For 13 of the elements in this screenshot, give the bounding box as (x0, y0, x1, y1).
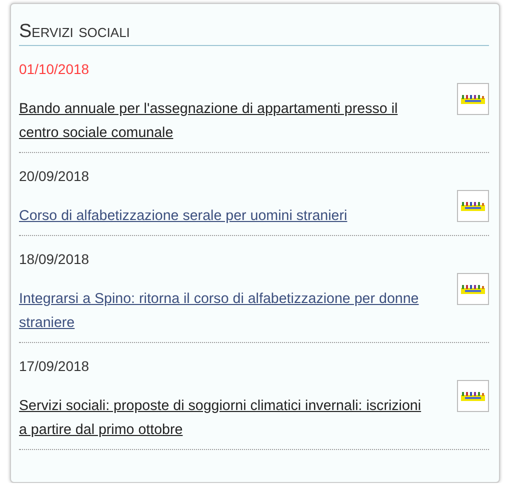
thumbnail[interactable] (457, 380, 489, 412)
panel-title: Servizi sociali (19, 20, 489, 46)
news-date: 18/09/2018 (19, 250, 90, 268)
news-date: 01/10/2018 (19, 60, 90, 78)
news-date: 20/09/2018 (19, 167, 90, 185)
thumbnail[interactable] (457, 273, 489, 305)
thumbnail[interactable] (457, 190, 489, 222)
news-link[interactable]: Integrarsi a Spino: ritorna il corso di alfabetizzazione per donne straniere (19, 287, 424, 335)
news-link[interactable]: Bando annuale per l'assegnazione di appartamenti presso il centro sociale comunale (19, 97, 424, 145)
news-link[interactable]: Servizi sociali: proposte di soggiorni climatici invernali: iscrizioni a partire dal primo ottobre (19, 394, 424, 442)
news-date: 17/09/2018 (19, 357, 90, 375)
news-link[interactable]: Corso di alfabetizzazione serale per uomini stranieri (19, 204, 424, 228)
thumbnail[interactable] (457, 83, 489, 115)
